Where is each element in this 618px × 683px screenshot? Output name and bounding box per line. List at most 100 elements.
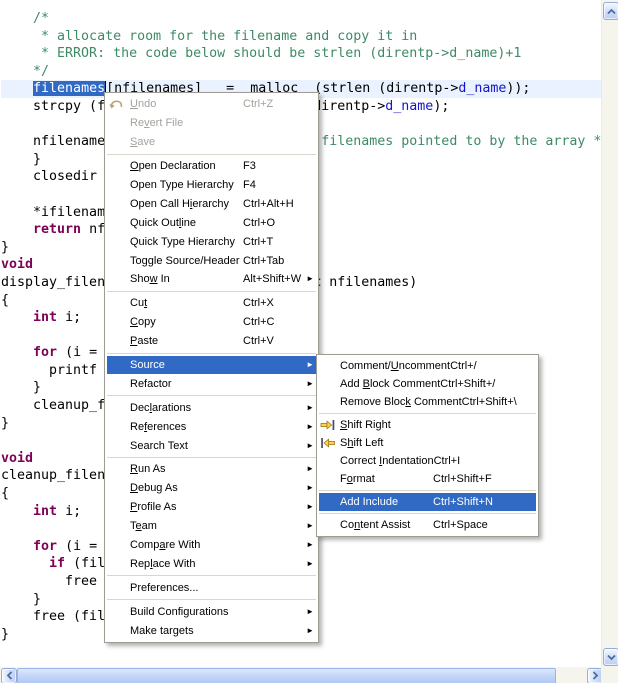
menu-item-shift-left[interactable]: Shift Left — [319, 434, 536, 452]
menu-item-label: Search Text — [130, 440, 243, 452]
horizontal-scroll-thumb[interactable] — [17, 668, 556, 683]
code-segment — [1, 539, 33, 554]
code-segment: ); — [433, 99, 449, 114]
code-segment: } — [1, 627, 9, 642]
menu-item-refactor[interactable]: Refactor► — [107, 374, 316, 393]
submenu-arrow-icon: ► — [301, 560, 315, 568]
menu-item-cut[interactable]: CutCtrl+X — [107, 294, 316, 313]
menu-accelerator: Ctrl+I — [434, 455, 521, 467]
menu-icon-spacer — [108, 498, 130, 517]
menu-item-search-text[interactable]: Search Text► — [107, 436, 316, 455]
menu-item-label: Run As — [130, 463, 243, 475]
menu-item-open-call-hierarchy[interactable]: Open Call HierarchyCtrl+Alt+H — [107, 194, 316, 213]
code-segment: i; — [57, 310, 81, 325]
menu-accelerator: Ctrl+Shift+N — [433, 496, 521, 508]
code-segment: int — [33, 504, 57, 519]
menu-item-replace-with[interactable]: Replace With► — [107, 554, 316, 573]
menu-icon-spacer — [320, 375, 340, 393]
menu-item-remove-block-comment[interactable]: Remove Block CommentCtrl+Shift+\ — [319, 393, 536, 411]
menu-accelerator: F4 — [243, 179, 301, 191]
menu-item-label: Add Include — [340, 496, 433, 508]
menu-item-show-in[interactable]: Show InAlt+Shift+W► — [107, 270, 316, 289]
code-segment: nfilenames) — [321, 275, 417, 290]
chevron-left-icon — [6, 667, 13, 683]
code-segment: } — [1, 240, 9, 255]
menu-item-label: Format — [340, 473, 433, 485]
menu-item-team[interactable]: Team► — [107, 517, 316, 536]
chevron-down-icon — [607, 648, 616, 666]
menu-item-content-assist[interactable]: Content AssistCtrl+Space — [319, 516, 536, 534]
menu-icon-spacer — [320, 357, 340, 375]
scroll-up-button[interactable] — [603, 2, 618, 20]
menu-item-preferences[interactable]: Preferences... — [107, 578, 316, 597]
source-submenu: Comment/UncommentCtrl+/Add Block Comment… — [316, 354, 539, 537]
menu-item-label: Content Assist — [340, 519, 433, 531]
submenu-arrow-icon: ► — [301, 608, 315, 616]
menu-item-paste[interactable]: PasteCtrl+V — [107, 332, 316, 351]
menu-item-label: Remove Block Comment — [340, 396, 462, 408]
menu-icon-spacer — [108, 194, 130, 213]
horizontal-scrollbar[interactable] — [0, 667, 602, 683]
menu-separator — [107, 353, 316, 354]
menu-icon-spacer — [108, 536, 130, 555]
menu-item-label: Open Type Hierarchy — [130, 179, 243, 191]
menu-item-add-include[interactable]: Add IncludeCtrl+Shift+N — [319, 493, 536, 511]
menu-item-comment-uncomment[interactable]: Comment/UncommentCtrl+/ — [319, 357, 536, 375]
menu-icon-spacer — [108, 398, 130, 417]
menu-item-declarations[interactable]: Declarations► — [107, 398, 316, 417]
menu-item-label: Shift Left — [340, 437, 433, 449]
menu-item-copy[interactable]: CopyCtrl+C — [107, 313, 316, 332]
menu-item-make-targets[interactable]: Make targets► — [107, 621, 316, 640]
shift-left-icon — [320, 434, 340, 452]
menu-item-add-block-comment[interactable]: Add Block CommentCtrl+Shift+/ — [319, 375, 536, 393]
menu-item-undo[interactable]: UndoCtrl+Z — [107, 95, 316, 114]
menu-separator — [107, 291, 316, 292]
menu-item-build-configurations[interactable]: Build Configurations► — [107, 602, 316, 621]
vertical-scrollbar[interactable] — [601, 0, 618, 666]
menu-item-save[interactable]: Save — [107, 133, 316, 152]
menu-separator — [107, 154, 316, 155]
submenu-arrow-icon: ► — [301, 380, 315, 388]
menu-item-quick-outline[interactable]: Quick OutlineCtrl+O — [107, 213, 316, 232]
menu-icon-spacer — [108, 374, 130, 393]
menu-item-open-declaration[interactable]: Open DeclarationF3 — [107, 157, 316, 176]
menu-item-open-type-hierarchy[interactable]: Open Type HierarchyF4 — [107, 176, 316, 195]
menu-icon-spacer — [108, 232, 130, 251]
code-segment: int — [33, 310, 57, 325]
menu-item-label: Declarations — [130, 402, 243, 414]
submenu-arrow-icon: ► — [301, 503, 315, 511]
scroll-down-button[interactable] — [603, 648, 618, 666]
code-line: * allocate room for the filename and cop… — [1, 28, 601, 46]
menu-item-source[interactable]: Source► — [107, 356, 316, 375]
menu-accelerator: Ctrl+Shift+\ — [462, 396, 521, 408]
menu-item-correct-indentation[interactable]: Correct IndentationCtrl+I — [319, 452, 536, 470]
menu-icon-spacer — [108, 213, 130, 232]
menu-item-profile-as[interactable]: Profile As► — [107, 498, 316, 517]
chevron-right-icon — [592, 667, 599, 683]
menu-accelerator: F3 — [243, 160, 301, 172]
menu-item-label: Show In — [130, 273, 243, 285]
menu-icon-spacer — [108, 356, 130, 375]
menu-item-label: Open Call Hierarchy — [130, 198, 243, 210]
menu-item-debug-as[interactable]: Debug As► — [107, 479, 316, 498]
menu-icon-spacer — [108, 270, 130, 289]
menu-item-run-as[interactable]: Run As► — [107, 460, 316, 479]
menu-item-references[interactable]: References► — [107, 417, 316, 436]
code-segment: void — [1, 257, 33, 272]
code-segment — [1, 222, 33, 237]
menu-item-toggle-source-header[interactable]: Toggle Source/HeaderCtrl+Tab — [107, 251, 316, 270]
menu-separator — [319, 413, 536, 414]
menu-accelerator: Alt+Shift+W — [243, 273, 301, 285]
menu-item-label: Revert File — [130, 117, 243, 129]
menu-item-format[interactable]: FormatCtrl+Shift+F — [319, 470, 536, 488]
menu-accelerator: Ctrl+/ — [450, 360, 521, 372]
menu-item-quick-type-hierarchy[interactable]: Quick Type HierarchyCtrl+T — [107, 232, 316, 251]
menu-item-shift-right[interactable]: Shift Right — [319, 416, 536, 434]
menu-item-revert-file[interactable]: Revert File — [107, 114, 316, 133]
submenu-arrow-icon: ► — [301, 275, 315, 283]
scroll-left-button[interactable] — [1, 668, 17, 683]
selected-word: filenames — [33, 81, 106, 96]
menu-item-compare-with[interactable]: Compare With► — [107, 536, 316, 555]
menu-item-label: Paste — [130, 335, 243, 347]
code-segment: i; — [57, 504, 81, 519]
